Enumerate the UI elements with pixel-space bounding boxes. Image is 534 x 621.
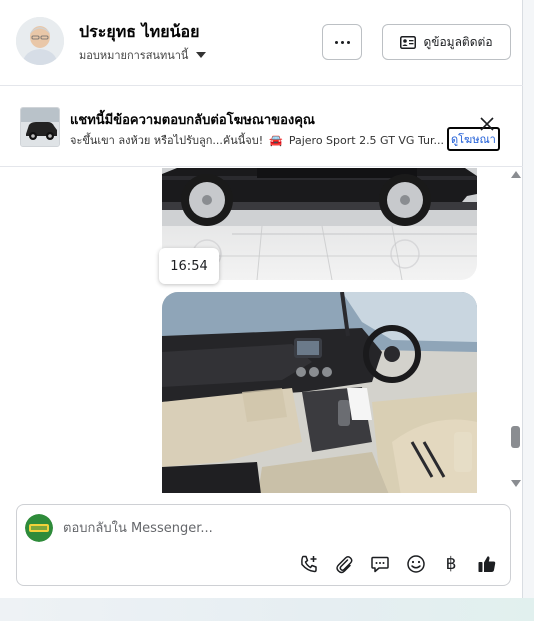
ad-banner-title: แชทนี้มีข้อความตอบกลับต่อโฆษณาของคุณ <box>70 113 315 128</box>
conversation-header: ประยุทธ ไทยน้อย มอบหมายการสนทนานี้ ดูข้อ… <box>0 0 523 86</box>
ad-thumbnail[interactable] <box>20 107 60 147</box>
conversation-panel: ประยุทธ ไทยน้อย มอบหมายการสนทนานี้ ดูข้อ… <box>0 0 523 598</box>
scroll-down-arrow[interactable] <box>511 480 521 487</box>
page-avatar <box>25 514 53 542</box>
ad-preview: จะขึ้นเขา ลงห้วย หรือไปรับลูก...คันนี้จบ… <box>70 131 444 149</box>
more-options-button[interactable] <box>322 24 362 60</box>
payment-button[interactable]: ฿ <box>440 553 462 575</box>
call-button[interactable] <box>298 553 320 575</box>
ad-name: Pajero Sport 2.5 GT VG Tur... <box>288 133 444 147</box>
saved-replies-button[interactable] <box>369 553 391 575</box>
thumbs-up-icon <box>478 556 496 572</box>
ad-preview-text: จะขึ้นเขา ลงห้วย หรือไปรับลูก...คันนี้จบ… <box>70 134 264 147</box>
page-gutter <box>523 0 534 598</box>
view-contact-info-button[interactable]: ดูข้อมูลติดต่อ <box>382 24 511 60</box>
contact-name: ประยุทธ ไทยน้อย <box>79 22 200 41</box>
close-icon[interactable] <box>480 117 494 131</box>
assign-conversation-dropdown[interactable]: มอบหมายการสนทนานี้ <box>79 46 207 64</box>
message-photo-car-interior[interactable] <box>162 292 477 493</box>
scrollbar-thumb[interactable] <box>511 426 520 448</box>
call-add-icon <box>301 555 317 573</box>
reply-composer: ฿ <box>16 504 511 586</box>
chevron-down-icon <box>196 52 207 58</box>
emoji-button[interactable] <box>405 553 427 575</box>
ad-reply-banner: แชทนี้มีข้อความตอบกลับต่อโฆษณาของคุณ จะข… <box>0 87 523 167</box>
chat-bubble-icon <box>371 556 389 573</box>
more-horizontal-icon <box>334 40 338 44</box>
contact-card-icon <box>400 35 417 49</box>
scroll-up-arrow[interactable] <box>511 171 521 178</box>
baht-icon: ฿ <box>445 554 457 574</box>
car-icon: 🚘 <box>269 133 283 147</box>
contact-avatar[interactable] <box>16 17 64 65</box>
smiley-icon <box>407 555 425 573</box>
page-background <box>0 598 534 621</box>
reply-input[interactable] <box>63 517 483 539</box>
assign-label: มอบหมายการสนทนานี้ <box>79 49 189 62</box>
contact-info-label: ดูข้อมูลติดต่อ <box>423 34 493 49</box>
like-button[interactable] <box>476 553 498 575</box>
message-thread[interactable]: 16:54 <box>0 168 523 493</box>
message-timestamp: 16:54 <box>159 248 219 284</box>
paperclip-icon <box>336 556 353 574</box>
attach-button[interactable] <box>333 553 355 575</box>
